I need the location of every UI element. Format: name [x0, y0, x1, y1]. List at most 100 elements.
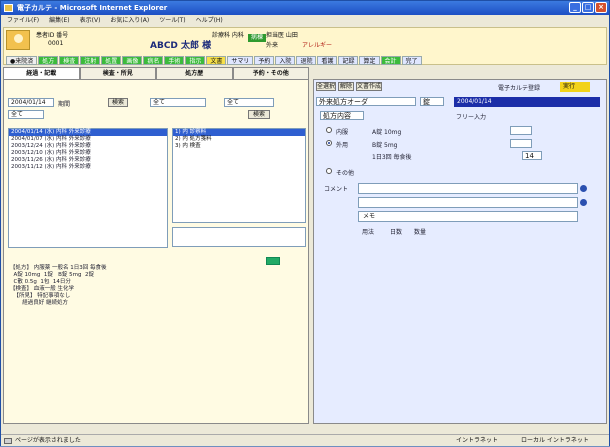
date-input[interactable]: 2004/01/14 [8, 98, 54, 107]
info-visit: 外来 [266, 42, 279, 49]
status-item[interactable]: 予約 [254, 56, 275, 65]
footer-quantity: 数量 [414, 229, 427, 236]
document-icon[interactable] [266, 257, 280, 265]
title-bar: 電子カルテ - Microsoft Internet Explorer _ □ … [1, 1, 609, 15]
exec-button[interactable]: 実行 [560, 82, 590, 92]
status-item[interactable]: 完了 [401, 56, 422, 65]
unit-select[interactable]: 錠 [420, 97, 444, 106]
edit-icon[interactable] [580, 199, 587, 206]
status-item[interactable]: 文書 [206, 56, 227, 65]
menu-favorites[interactable]: お気に入り(A) [110, 15, 149, 26]
browser-window: 電子カルテ - Microsoft Internet Explorer _ □ … [0, 0, 610, 446]
select-all-button[interactable]: 全選択 [316, 82, 336, 91]
qty-b-input[interactable] [510, 139, 532, 148]
list-item[interactable]: 3) 内 検査 [173, 143, 305, 150]
allergy-text: アレルギー [302, 42, 333, 49]
register-checkbox[interactable]: 電子カルテ登録 [498, 83, 540, 92]
window-title: 電子カルテ - Microsoft Internet Explorer [17, 4, 168, 12]
status-item[interactable]: 検査 [59, 56, 80, 65]
status-item[interactable]: 退院 [296, 56, 317, 65]
qty-a-input[interactable] [510, 126, 532, 135]
radio-external-label: 外用 [336, 142, 349, 149]
footer-usage: 用法 [362, 229, 375, 236]
status-zone: ローカル イントラネット [521, 437, 589, 444]
kind-select[interactable]: 全て [8, 110, 44, 119]
patient-header: 患者ID 番号 0001 ABCD 太郎 様 診療科 内科 病棟 担当医 山田 … [3, 27, 607, 65]
clear-button[interactable]: 解除 [338, 82, 354, 91]
status-item[interactable]: 指示 [185, 56, 206, 65]
radio-external[interactable] [326, 140, 332, 146]
avatar [6, 30, 30, 50]
record-panel: 2004/01/14 期間 全て 検索 全て 全て 検索 2004/01/14 … [3, 79, 309, 424]
section-select[interactable]: 処方内容 [320, 111, 364, 120]
list-item[interactable]: 2004/01/07 (水) 内科 外来診療 [9, 136, 167, 143]
status-item[interactable]: 算定 [359, 56, 380, 65]
close-icon[interactable]: × [595, 2, 607, 13]
app-icon [4, 4, 13, 12]
menu-file[interactable]: ファイル(F) [7, 15, 39, 26]
status-mid: イントラネット [456, 437, 499, 444]
status-item[interactable]: サマリ [227, 56, 254, 65]
status-row: ●来院済 処方 検査 注射 処置 画像 病名 手術 指示 文書 サマリ 予約 入… [6, 56, 606, 65]
list-item[interactable]: 2) 内 処方箋料 [173, 136, 305, 143]
status-bar: ページが表示されました イントラネット ローカル イントラネット [1, 434, 609, 446]
status-left: ページが表示されました [15, 437, 81, 444]
search-button[interactable]: 検索 [108, 98, 128, 107]
order-memo[interactable] [172, 227, 306, 247]
document-button[interactable]: 文書作成 [356, 82, 382, 91]
days-input[interactable]: 14 [522, 151, 542, 160]
maximize-icon[interactable]: □ [582, 2, 594, 13]
list-item[interactable]: 2003/11/12 (水) 内科 外来診療 [9, 164, 167, 171]
period-label: 期間 [58, 101, 71, 108]
patient-id-label: 患者ID 番号 [36, 32, 69, 39]
menu-bar: ファイル(F) 編集(E) 表示(V) お気に入り(A) ツール(T) ヘルプ(… [1, 15, 609, 26]
status-item[interactable]: ●来院済 [6, 56, 38, 65]
filter-select[interactable]: 全て [150, 98, 206, 107]
radio-other[interactable] [326, 168, 332, 174]
record-text: 【処方】 内服薬 一般名 1日3回 毎食後 A錠 10mg 1錠 B錠 5mg … [10, 265, 107, 306]
visit-list[interactable]: 2004/01/14 (水) 内科 外来診療 2004/01/07 (水) 内科… [8, 128, 168, 248]
tab-exam[interactable]: 検査・所見 [79, 67, 156, 79]
menu-view[interactable]: 表示(V) [80, 15, 101, 26]
status-item[interactable]: 入院 [275, 56, 296, 65]
list-item[interactable]: 1) 内 診察料 [173, 129, 305, 136]
status-item[interactable]: 処方 [38, 56, 59, 65]
status-item[interactable]: 会計 [380, 56, 401, 65]
menu-help[interactable]: ヘルプ(H) [196, 15, 223, 26]
status-item[interactable]: 看護 [317, 56, 338, 65]
memo-select[interactable]: メモ [358, 211, 578, 222]
tab-other[interactable]: 予約・その他 [232, 67, 309, 79]
status-item[interactable]: 手術 [164, 56, 185, 65]
edit-icon[interactable] [580, 185, 587, 192]
radio-internal-label: 内服 [336, 129, 349, 136]
order-list[interactable]: 1) 内 診察料 2) 内 処方箋料 3) 内 検査 [172, 128, 306, 223]
apply-button[interactable]: 検索 [248, 110, 270, 119]
status-item[interactable]: 病名 [143, 56, 164, 65]
radio-internal[interactable] [326, 127, 332, 133]
option-label: フリー入力 [456, 114, 487, 121]
status-item[interactable]: 注射 [80, 56, 101, 65]
page-icon [4, 438, 12, 444]
ward-tag: 病棟 [248, 34, 267, 42]
menu-edit[interactable]: 編集(E) [49, 15, 69, 26]
date-bar[interactable]: 2004/01/14 [454, 97, 600, 107]
comment-label: コメント [324, 186, 349, 193]
list-item[interactable]: 2003/12/10 (水) 内科 外来診療 [9, 150, 167, 157]
list-item[interactable]: 2003/12/24 (水) 内科 外来診療 [9, 143, 167, 150]
menu-tools[interactable]: ツール(T) [159, 15, 185, 26]
list-item[interactable]: 2003/11/26 (水) 内科 外来診療 [9, 157, 167, 164]
status-item[interactable]: 画像 [122, 56, 143, 65]
list-item[interactable]: 2004/01/14 (水) 内科 外来診療 [9, 129, 167, 136]
order-type-select[interactable]: 外来処方オーダ [316, 97, 416, 106]
comment-input[interactable] [358, 183, 578, 194]
comment-input-2[interactable] [358, 197, 578, 208]
status-item[interactable]: 記録 [338, 56, 359, 65]
tab-prescription[interactable]: 処方歴 [156, 67, 233, 79]
type-select[interactable]: 全て [224, 98, 274, 107]
status-item[interactable]: 処置 [101, 56, 122, 65]
minimize-icon[interactable]: _ [569, 2, 581, 13]
tab-progress[interactable]: 経過・記載 [3, 67, 80, 79]
record-tabs: 経過・記載 検査・所見 処方歴 予約・その他 [3, 67, 309, 79]
radio-other-label: その他 [336, 170, 355, 177]
info-department: 診療科 内科 [212, 32, 244, 39]
